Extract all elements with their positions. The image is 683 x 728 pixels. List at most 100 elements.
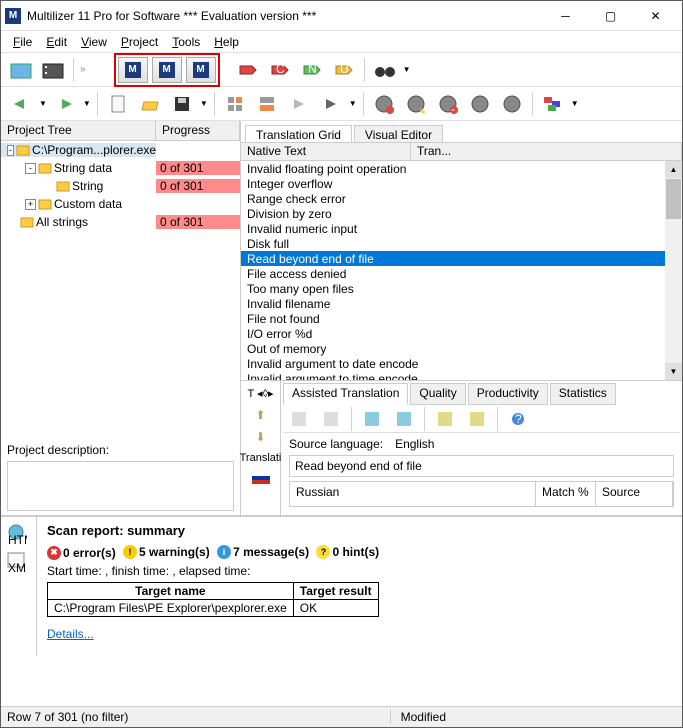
menu-project[interactable]: Project	[115, 33, 164, 51]
grid-row[interactable]: File not found	[241, 311, 682, 326]
reel-y-icon[interactable]	[498, 90, 526, 118]
grid-row[interactable]: Invalid numeric input	[241, 221, 682, 236]
tree-row[interactable]: -String data0 of 301	[1, 159, 240, 177]
at-btn7[interactable]: ?	[504, 405, 532, 433]
wizard-film-icon[interactable]	[39, 56, 67, 84]
menu-file[interactable]: File	[7, 33, 38, 51]
open-icon[interactable]	[136, 90, 164, 118]
target-lang[interactable]: Russian	[290, 482, 536, 506]
grid-row[interactable]: File access denied	[241, 266, 682, 281]
binoculars-icon[interactable]	[371, 56, 399, 84]
tag-red-icon[interactable]	[234, 56, 262, 84]
m-button-1[interactable]: M	[118, 57, 148, 83]
binoculars-dropdown[interactable]: ▼	[403, 65, 411, 74]
tab-statistics[interactable]: Statistics	[550, 383, 616, 405]
source-col: Source	[596, 482, 673, 506]
scan-details-link[interactable]: Details...	[47, 627, 94, 641]
grid-row[interactable]: Invalid filename	[241, 296, 682, 311]
doc-icon[interactable]	[104, 90, 132, 118]
tree-row[interactable]: -C:\Program...plorer.exe	[1, 141, 240, 159]
nav-back-icon[interactable]	[7, 90, 35, 118]
reel-add-icon[interactable]	[370, 90, 398, 118]
tab-assisted-translation[interactable]: Assisted Translation	[283, 383, 408, 405]
tab-productivity[interactable]: Productivity	[468, 383, 548, 405]
scan-htm-icon[interactable]: HTM	[5, 523, 32, 545]
tab-quality[interactable]: Quality	[410, 383, 465, 405]
tree-row[interactable]: String0 of 301	[1, 177, 240, 195]
menu-view[interactable]: View	[75, 33, 113, 51]
tree-col-progress[interactable]: Progress	[156, 121, 240, 140]
at-btn4[interactable]	[390, 405, 418, 433]
at-btn1[interactable]	[285, 405, 313, 433]
nav-fwd-icon[interactable]	[51, 90, 79, 118]
tree-col-name[interactable]: Project Tree	[1, 121, 156, 140]
scroll-thumb[interactable]	[666, 179, 681, 219]
wizard-new-icon[interactable]	[7, 56, 35, 84]
play-icon[interactable]	[317, 90, 345, 118]
grid-col-native[interactable]: Native Text	[241, 143, 411, 160]
save-icon[interactable]	[168, 90, 196, 118]
at-btn5[interactable]	[431, 405, 459, 433]
m-button-2[interactable]: M	[152, 57, 182, 83]
tag-c-icon[interactable]: C	[266, 56, 294, 84]
target2-icon[interactable]	[253, 90, 281, 118]
play-gray-icon[interactable]	[285, 90, 313, 118]
tag-n-icon[interactable]: N	[298, 56, 326, 84]
left-panel: Project Tree Progress -C:\Program...plor…	[1, 121, 241, 515]
grid-row[interactable]: Disk full	[241, 236, 682, 251]
titlebar: M Multilizer 11 Pro for Software *** Eva…	[1, 1, 682, 31]
menu-edit[interactable]: Edit	[40, 33, 73, 51]
grid-row[interactable]: Out of memory	[241, 341, 682, 356]
reel-x-icon[interactable]	[466, 90, 494, 118]
grid-row[interactable]: Integer overflow	[241, 176, 682, 191]
at-btn2[interactable]	[317, 405, 345, 433]
grid-tabs: Translation Grid Visual Editor	[241, 121, 682, 143]
reel-del-icon[interactable]: -	[434, 90, 462, 118]
description-box[interactable]	[7, 461, 234, 511]
grid-row[interactable]: Read beyond end of file	[241, 251, 682, 266]
source-text[interactable]: Read beyond end of file	[289, 455, 674, 477]
grid-col-tran[interactable]: Tran...	[411, 143, 682, 160]
svg-text:?: ?	[515, 412, 522, 426]
main-area: Project Tree Progress -C:\Program...plor…	[1, 121, 682, 706]
menu-help[interactable]: Help	[208, 33, 245, 51]
grid-row[interactable]: Too many open files	[241, 281, 682, 296]
grid-scrollbar[interactable]: ▲ ▼	[665, 161, 682, 380]
status-row: Row 7 of 301 (no filter)	[7, 710, 128, 724]
arrow-down-icon[interactable]: ⬇	[255, 430, 265, 444]
project-tree[interactable]: -C:\Program...plorer.exe-String data0 of…	[1, 141, 240, 290]
minimize-button[interactable]: ─	[543, 2, 588, 30]
target-icon[interactable]	[221, 90, 249, 118]
flags-icon[interactable]	[539, 90, 567, 118]
tree-row[interactable]: +Custom data	[1, 195, 240, 213]
scan-xml-icon[interactable]: XML	[5, 551, 32, 573]
right-panel: Translation Grid Visual Editor Native Te…	[241, 121, 682, 515]
toolbar-2: ▼ ▼ ▼ ▼ - ▼	[1, 87, 682, 121]
at-btn3[interactable]	[358, 405, 386, 433]
tree-row[interactable]: All strings0 of 301	[1, 213, 240, 231]
scroll-up-icon[interactable]: ▲	[665, 161, 682, 178]
arrow-up-icon[interactable]: ⬆	[255, 408, 265, 422]
toolbar-1: » M M M C N U ▼	[1, 53, 682, 87]
translation-grid[interactable]: Invalid floating point operationInteger …	[241, 161, 682, 380]
reel-edit-icon[interactable]	[402, 90, 430, 118]
tag-u-icon[interactable]: U	[330, 56, 358, 84]
toolbar-chevron[interactable]: »	[80, 64, 86, 75]
grid-row[interactable]: Invalid argument to time encode	[241, 371, 682, 380]
at-btn6[interactable]	[463, 405, 491, 433]
project-description: Project description:	[1, 439, 240, 515]
assist-side-t[interactable]: T ◂◊▸	[247, 387, 273, 400]
m-buttons-highlight: M M M	[114, 53, 220, 87]
scroll-down-icon[interactable]: ▼	[665, 363, 682, 380]
grid-row[interactable]: Division by zero	[241, 206, 682, 221]
close-button[interactable]: ✕	[633, 2, 678, 30]
maximize-button[interactable]: ▢	[588, 2, 633, 30]
tab-visual-editor[interactable]: Visual Editor	[354, 125, 443, 142]
grid-row[interactable]: I/O error %d	[241, 326, 682, 341]
grid-row[interactable]: Invalid floating point operation	[241, 161, 682, 176]
menu-tools[interactable]: Tools	[166, 33, 206, 51]
tab-translation-grid[interactable]: Translation Grid	[245, 125, 352, 142]
m-button-3[interactable]: M	[186, 57, 216, 83]
grid-row[interactable]: Invalid argument to date encode	[241, 356, 682, 371]
grid-row[interactable]: Range check error	[241, 191, 682, 206]
